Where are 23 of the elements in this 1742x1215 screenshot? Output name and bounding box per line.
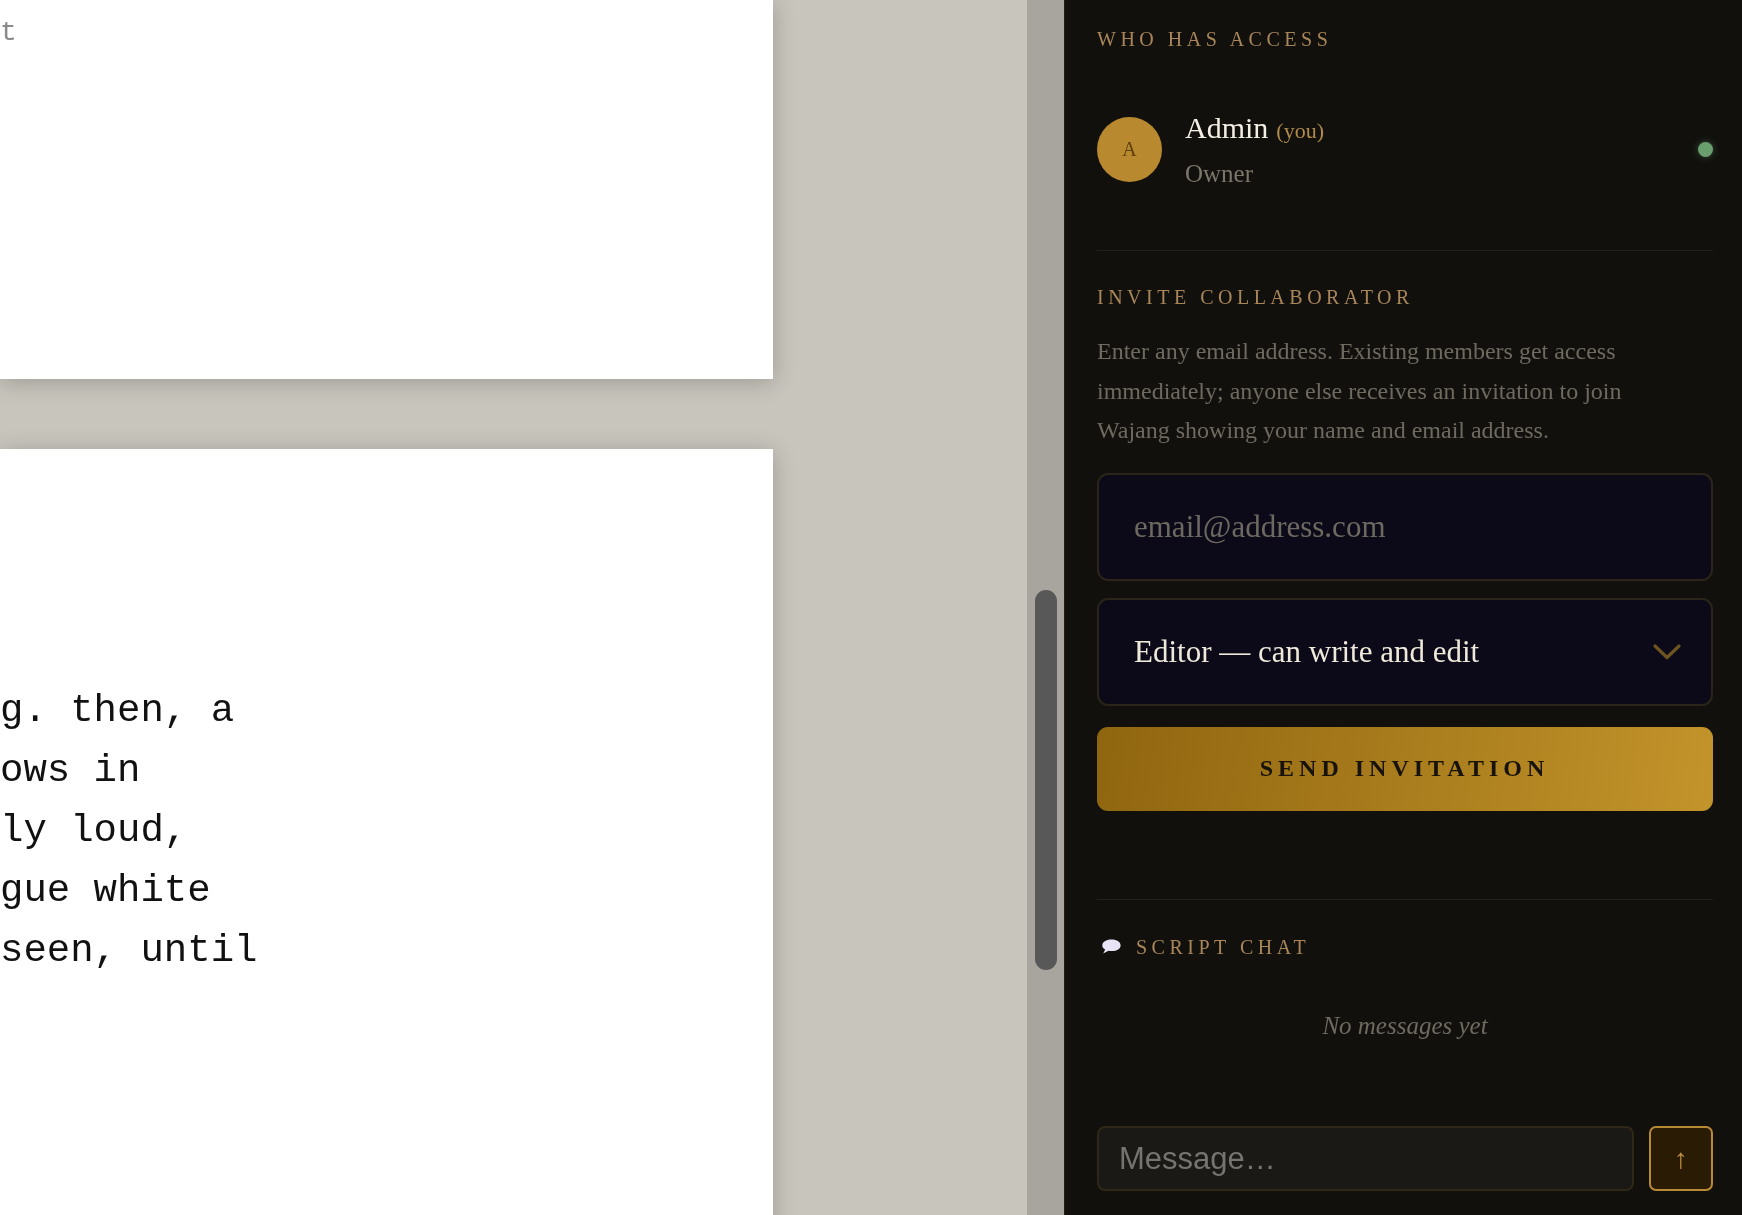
scrollbar-thumb[interactable] xyxy=(1034,590,1057,970)
invite-description: Enter any email address. Existing members get access immediately; anyone else receives an invitation to join Wajang showing your name and email address. xyxy=(1097,337,1623,445)
empty-chat-message: No messages yet xyxy=(1322,1010,1488,1041)
email-field[interactable]: email@address.com xyxy=(1097,472,1713,581)
script-line: gue white xyxy=(0,868,211,915)
member-role: Owner xyxy=(1185,159,1254,189)
script-line: ows in xyxy=(0,748,141,795)
send-invitation-button[interactable]: SEND INVITATION xyxy=(1097,726,1713,811)
send-message-button[interactable]: ↑ xyxy=(1649,1126,1713,1191)
user-avatar: A xyxy=(1097,117,1162,182)
section-heading: WHO HAS ACCESS xyxy=(1097,27,1333,51)
script-line: g. then, a xyxy=(0,688,235,735)
script-line: seen, until xyxy=(0,928,258,975)
section-heading: INVITE COLLABORATOR xyxy=(1097,285,1414,309)
role-select[interactable]: Editor — can write and edit xyxy=(1097,597,1713,706)
script-line: ly loud, xyxy=(0,808,188,855)
message-field[interactable]: Message… xyxy=(1097,1126,1634,1191)
page-text: t xyxy=(0,16,17,50)
member-name: Admin xyxy=(1185,110,1269,146)
you-label: (you) xyxy=(1276,118,1324,144)
section-heading: SCRIPT CHAT xyxy=(1136,934,1311,959)
speech-bubble-icon xyxy=(1101,939,1121,954)
chevron-down-icon xyxy=(1653,643,1681,660)
